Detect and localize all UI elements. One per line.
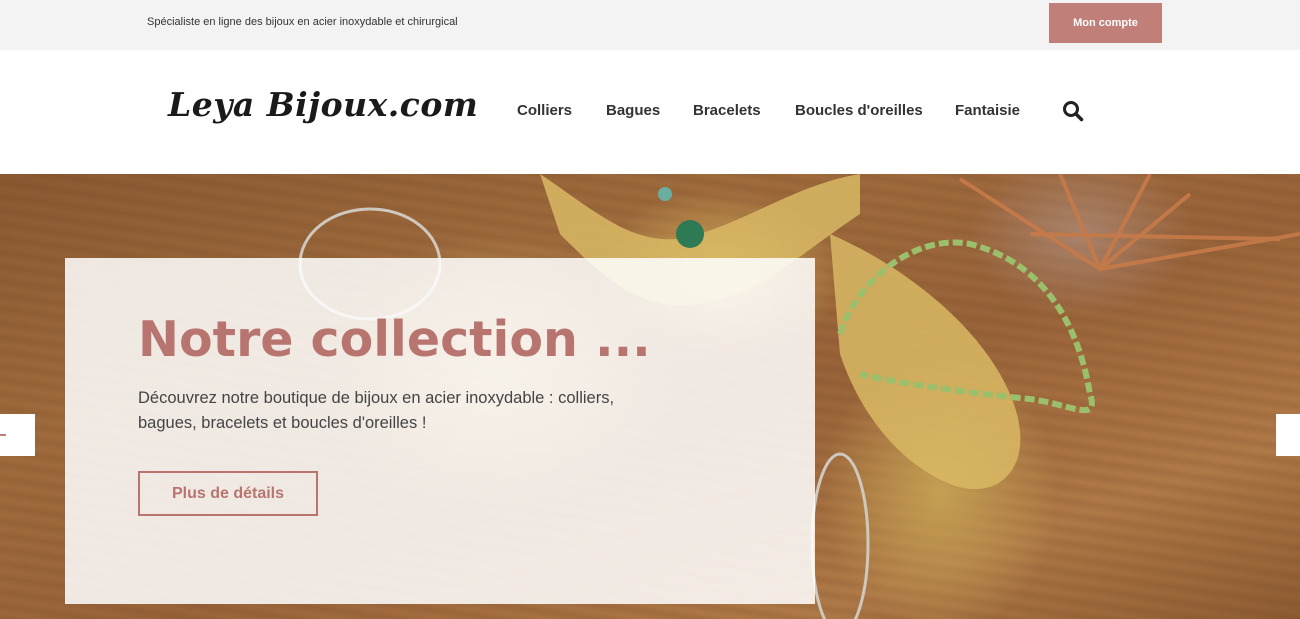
my-account-button[interactable]: Mon compte [1049,3,1162,43]
top-bar: Spécialiste en ligne des bijoux en acier… [0,0,1300,50]
more-details-button[interactable]: Plus de détails [138,471,318,516]
nav-item-colliers[interactable]: Colliers [517,102,572,119]
hero-description: Découvrez notre boutique de bijoux en ac… [138,389,615,432]
tagline: Spécialiste en ligne des bijoux en acier… [147,16,458,28]
nav-item-bracelets[interactable]: Bracelets [693,102,761,119]
hero-slider: Notre collection ... Découvrez notre bou… [0,174,1300,619]
nav-item-boucles-doreilles[interactable]: Boucles d'oreilles [795,102,923,119]
arrow-right-icon[interactable] [1276,414,1300,456]
arrow-left-icon[interactable] [0,414,35,456]
search-icon[interactable] [1062,100,1084,122]
nav-item-bagues[interactable]: Bagues [606,102,660,119]
hero-card: Notre collection ... Découvrez notre bou… [65,258,815,604]
hero-title: Notre collection ... [138,311,651,368]
nav-item-fantaisie[interactable]: Fantaisie [955,102,1020,119]
site-header: Leya Bijoux.com Colliers Bagues Bracelet… [0,50,1300,174]
site-logo[interactable]: Leya Bijoux.com [168,85,478,124]
